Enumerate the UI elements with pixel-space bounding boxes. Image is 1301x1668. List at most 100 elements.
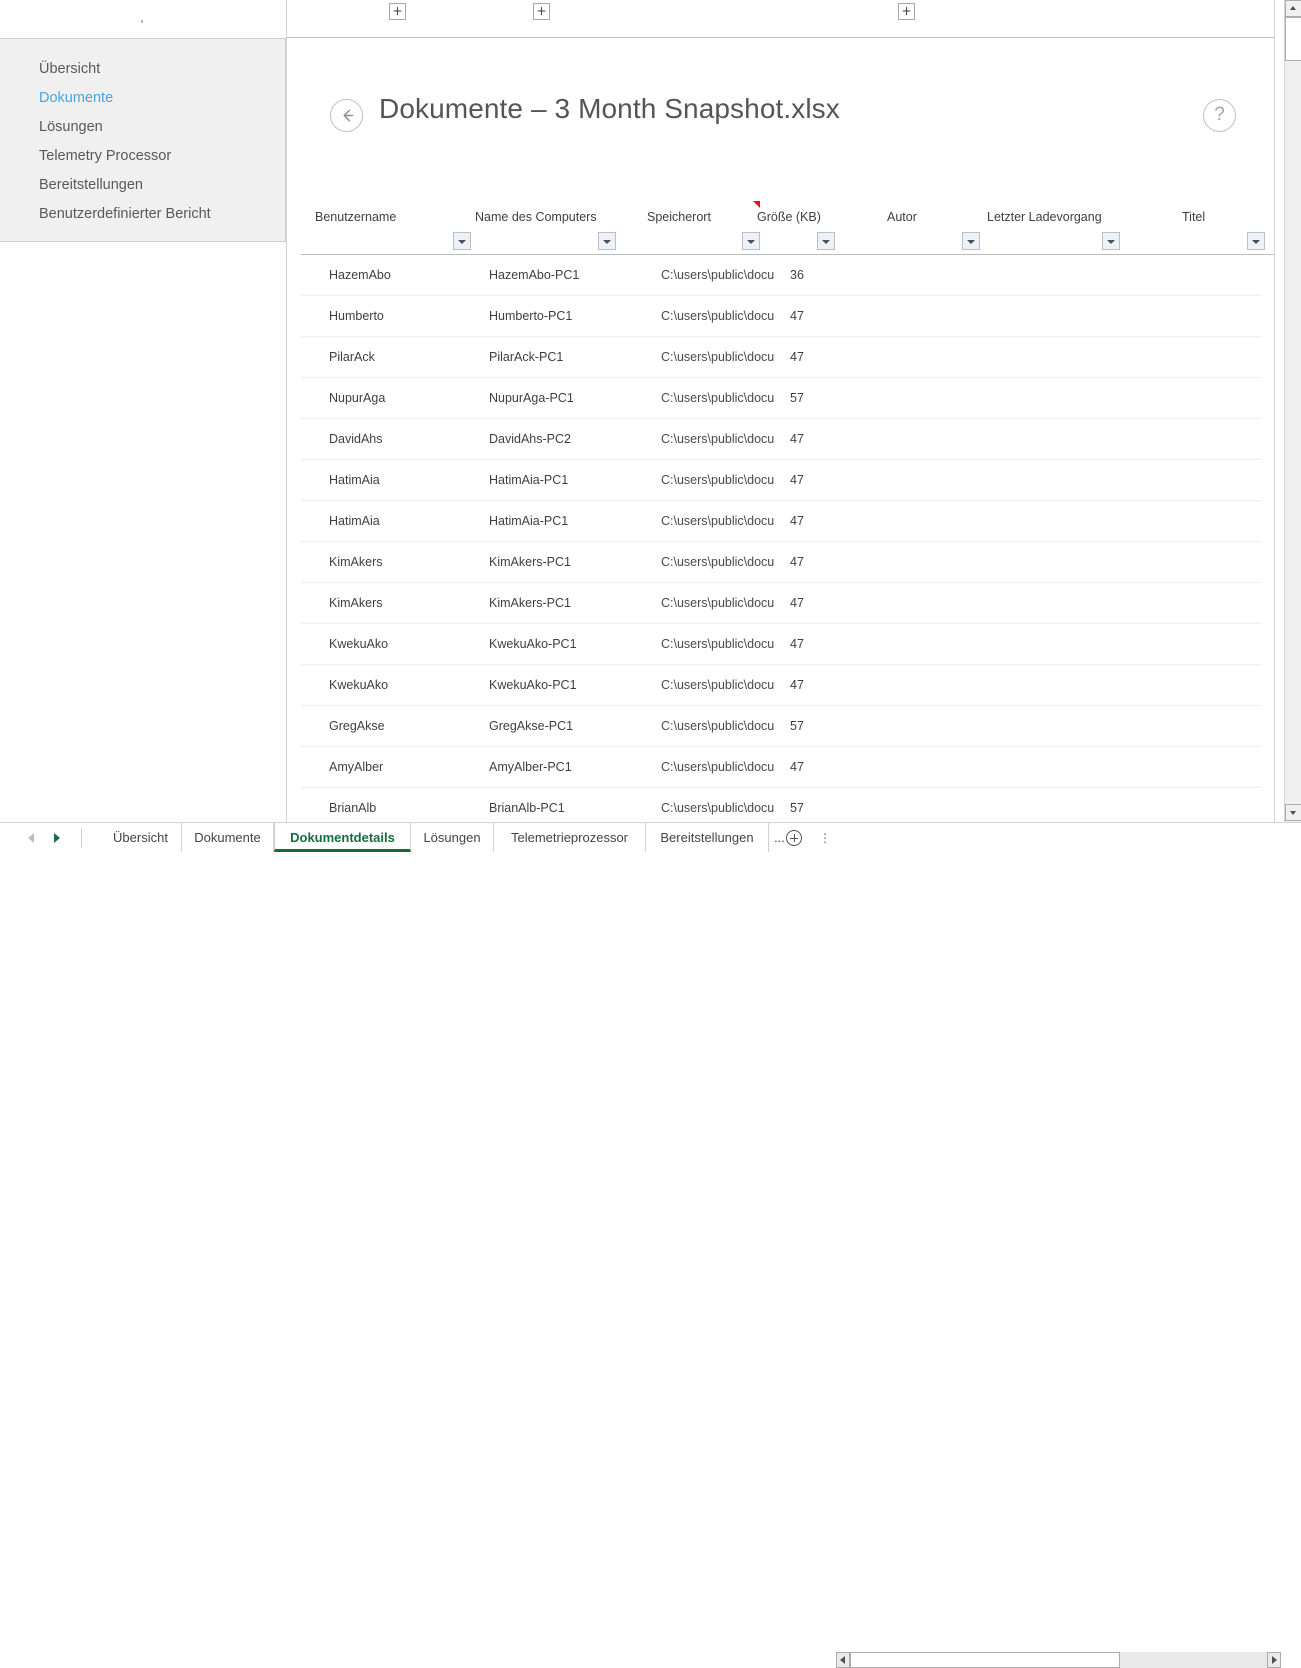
cell-speicherort: C:\users\public\docu <box>661 760 775 774</box>
cell-groesse: 47 <box>790 514 804 528</box>
cell-benutzername: KwekuAko <box>329 678 389 692</box>
help-icon[interactable]: ? <box>1203 99 1236 132</box>
sheet-tab-overflow-ellipsis[interactable]: ... <box>774 823 785 852</box>
filter-dropdown-titel[interactable] <box>1247 232 1265 250</box>
cell-benutzername: PilarAck <box>329 350 375 364</box>
previous-sheet-arrow-icon[interactable] <box>24 831 38 845</box>
nav-item-uebersicht[interactable]: Übersicht <box>0 55 285 84</box>
cell-groesse: 57 <box>790 719 804 733</box>
cell-groesse: 47 <box>790 637 804 651</box>
group-expand-button-2[interactable]: + <box>533 3 550 20</box>
horizontal-scrollbar[interactable] <box>836 1652 1281 1668</box>
nav-item-label: Dokumente <box>39 90 114 106</box>
sheet-options-icon[interactable]: ⋮ <box>819 832 831 844</box>
page-title: Dokumente – 3 Month Snapshot.xlsx <box>379 93 840 124</box>
horizontal-scrollbar-thumb[interactable] <box>850 1652 1120 1668</box>
add-sheet-icon[interactable] <box>786 830 802 846</box>
comment-indicator-icon <box>753 201 760 208</box>
sheet-tab-dokumente[interactable]: Dokumente <box>182 823 274 852</box>
cell-benutzername: DavidAhs <box>329 432 383 446</box>
cell-speicherort: C:\users\public\docu <box>661 432 775 446</box>
cell-benutzername: KwekuAko <box>329 637 389 651</box>
column-header-titel: Titel <box>1182 210 1206 224</box>
column-header-letzter-ladevorgang: Letzter Ladevorgang <box>987 210 1102 224</box>
group-expand-button-3[interactable]: + <box>898 3 915 20</box>
vertical-scrollbar-thumb[interactable] <box>1285 17 1301 61</box>
filter-dropdown-benutzername[interactable] <box>453 232 471 250</box>
cell-speicherort: C:\users\public\docu <box>661 801 775 815</box>
cell-benutzername: NupurAga <box>329 391 386 405</box>
table-row[interactable]: KimAkers KimAkers-PC1 C:\users\public\do… <box>301 583 1261 624</box>
sheet-tab-bereitstellungen[interactable]: Bereitstellungen <box>646 823 769 852</box>
nav-item-label: Telemetry Processor <box>39 148 172 164</box>
scroll-down-arrow-icon[interactable] <box>1285 804 1301 821</box>
table-row[interactable]: BrianAlb BrianAlb-PC1 C:\users\public\do… <box>301 788 1261 822</box>
nav-item-benutzerdefinierter-bericht[interactable]: Benutzerdefinierter Bericht <box>0 200 285 229</box>
scroll-up-arrow-icon[interactable] <box>1285 0 1301 17</box>
nav-item-telemetry-processor[interactable]: Telemetry Processor <box>0 142 285 171</box>
cell-speicherort: C:\users\public\docu <box>661 514 775 528</box>
triangle-up-icon <box>1290 6 1296 10</box>
cell-computer: PilarAck-PC1 <box>489 350 564 364</box>
table-row[interactable]: PilarAck PilarAck-PC1 C:\users\public\do… <box>301 337 1261 378</box>
column-header-groesse-kb: Größe (KB) <box>757 210 821 224</box>
filter-dropdown-name-des-computers[interactable] <box>598 232 616 250</box>
table-row[interactable]: Humberto Humberto-PC1 C:\users\public\do… <box>301 296 1261 337</box>
back-arrow-icon[interactable] <box>330 99 363 132</box>
navigation-panel: Übersicht Dokumente Lösungen Telemetry P… <box>0 38 286 242</box>
table-row[interactable]: GregAkse GregAkse-PC1 C:\users\public\do… <box>301 706 1261 747</box>
filter-dropdown-autor[interactable] <box>962 232 980 250</box>
filter-dropdown-groesse-kb[interactable] <box>817 232 835 250</box>
table-row[interactable]: NupurAga NupurAga-PC1 C:\users\public\do… <box>301 378 1261 419</box>
table-row[interactable]: KwekuAko KwekuAko-PC1 C:\users\public\do… <box>301 665 1261 706</box>
filter-dropdown-letzter-ladevorgang[interactable] <box>1102 232 1120 250</box>
triangle-left-icon <box>840 1656 845 1664</box>
cell-benutzername: KimAkers <box>329 596 383 610</box>
table-row[interactable]: HazemAbo HazemAbo-PC1 C:\users\public\do… <box>301 255 1261 296</box>
cell-computer: KwekuAko-PC1 <box>489 637 577 651</box>
group-expand-button-1[interactable]: + <box>389 3 406 20</box>
chevron-down-icon <box>1107 240 1115 244</box>
sheet-tab-telemetrieprozessor[interactable]: Telemetrieprozessor <box>494 823 646 852</box>
cell-groesse: 47 <box>790 555 804 569</box>
cell-benutzername: HatimAia <box>329 514 380 528</box>
cell-computer: HazemAbo-PC1 <box>489 268 580 282</box>
table-row[interactable]: HatimAia HatimAia-PC1 C:\users\public\do… <box>301 460 1261 501</box>
triangle-right-icon <box>1272 1656 1277 1664</box>
nav-item-loesungen[interactable]: Lösungen <box>0 113 285 142</box>
cell-speicherort: C:\users\public\docu <box>661 473 775 487</box>
table-row[interactable]: HatimAia HatimAia-PC1 C:\users\public\do… <box>301 501 1261 542</box>
cell-benutzername: Humberto <box>329 309 384 323</box>
table-row[interactable]: KimAkers KimAkers-PC1 C:\users\public\do… <box>301 542 1261 583</box>
cell-groesse: 47 <box>790 432 804 446</box>
filter-dropdown-speicherort[interactable] <box>742 232 760 250</box>
nav-item-dokumente[interactable]: Dokumente <box>0 84 285 113</box>
next-sheet-arrow-icon[interactable] <box>50 831 64 845</box>
cell-groesse: 47 <box>790 309 804 323</box>
nav-item-label: Übersicht <box>39 61 101 77</box>
cell-groesse: 47 <box>790 678 804 692</box>
sheet-tab-loesungen[interactable]: Lösungen <box>411 823 494 852</box>
table-header-row: Benutzername Name des Computers Speicher… <box>287 198 1274 255</box>
cell-speicherort: C:\users\public\docu <box>661 391 775 405</box>
cell-computer: KwekuAko-PC1 <box>489 678 577 692</box>
sheet-tab-dokumentdetails[interactable]: Dokumentdetails <box>274 823 411 852</box>
cell-groesse: 47 <box>790 350 804 364</box>
table-row[interactable]: DavidAhs DavidAhs-PC2 C:\users\public\do… <box>301 419 1261 460</box>
triangle-right-icon <box>54 833 60 843</box>
nav-item-bereitstellungen[interactable]: Bereitstellungen <box>0 171 285 200</box>
cell-computer: HatimAia-PC1 <box>489 514 569 528</box>
table-row[interactable]: KwekuAko KwekuAko-PC1 C:\users\public\do… <box>301 624 1261 665</box>
cell-speicherort: C:\users\public\docu <box>661 350 775 364</box>
table-row[interactable]: AmyAlber AmyAlber-PC1 C:\users\public\do… <box>301 747 1261 788</box>
vertical-scrollbar[interactable] <box>1284 0 1301 822</box>
sheet-tab-uebersicht[interactable]: Übersicht <box>100 823 182 852</box>
scroll-left-arrow-icon[interactable] <box>836 1652 850 1668</box>
sheet-tab-bar: Übersicht Dokumente Dokumentdetails Lösu… <box>0 822 1301 1668</box>
scroll-right-arrow-icon[interactable] <box>1267 1652 1281 1668</box>
documents-table: Benutzername Name des Computers Speicher… <box>287 198 1274 822</box>
report-surface: Dokumente – 3 Month Snapshot.xlsx ? Benu… <box>286 37 1274 822</box>
cell-computer: Humberto-PC1 <box>489 309 573 323</box>
cell-groesse: 57 <box>790 801 804 815</box>
triangle-left-icon <box>28 833 34 843</box>
